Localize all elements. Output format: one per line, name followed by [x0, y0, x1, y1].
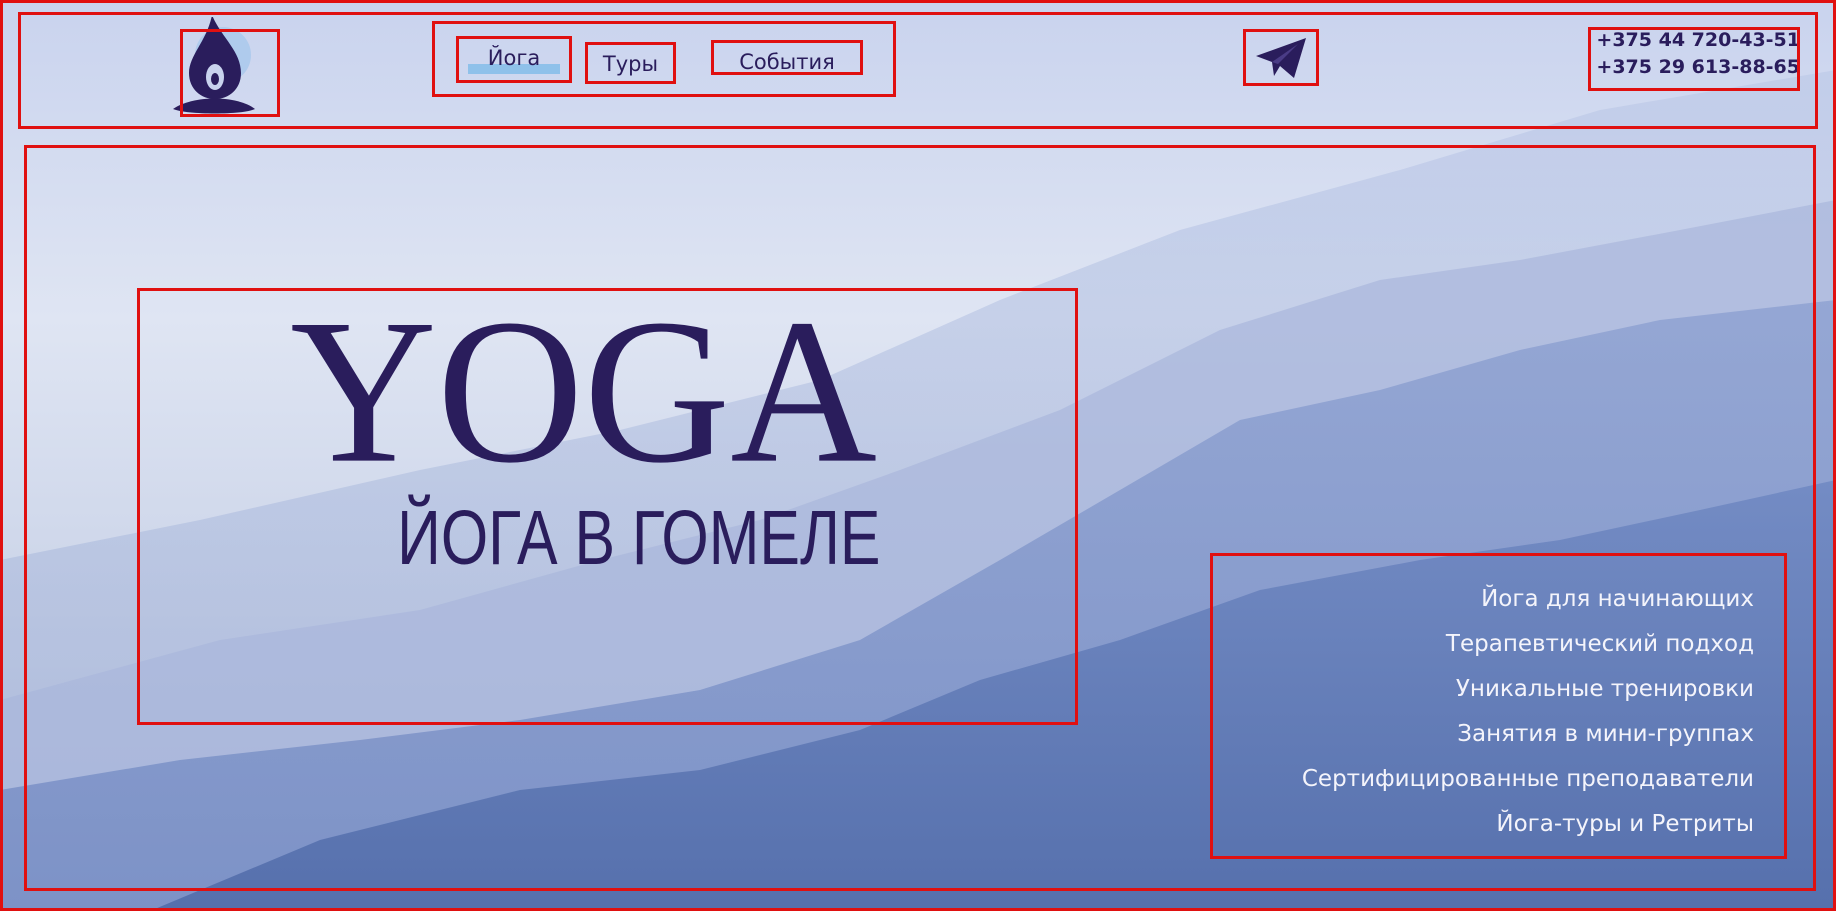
features-frame	[1210, 553, 1787, 859]
hero-title-frame	[137, 288, 1078, 725]
phones-frame	[1588, 27, 1800, 91]
nav-yoga-frame	[456, 36, 572, 83]
logo-frame	[180, 29, 280, 117]
telegram-frame	[1243, 29, 1319, 86]
nav-tours-frame	[585, 42, 676, 84]
header-frame	[18, 12, 1818, 129]
nav-events-frame	[711, 40, 863, 75]
